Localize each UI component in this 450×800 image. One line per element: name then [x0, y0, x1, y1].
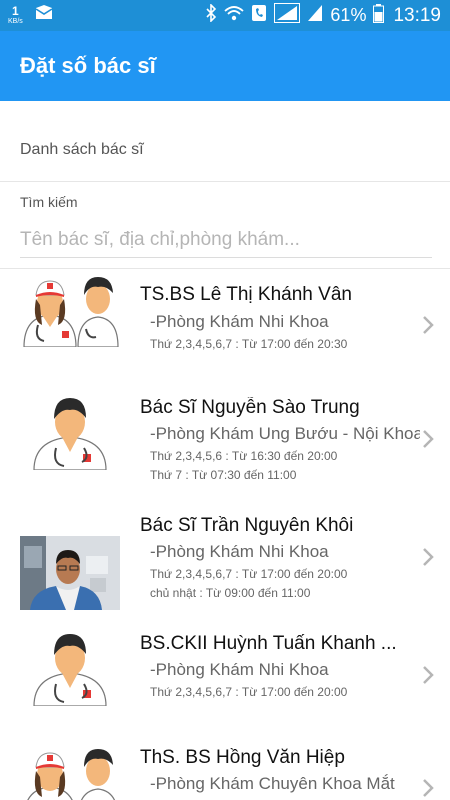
doctor-clinic: -Phòng Khám Ung Bướu - Nội Khoa — [150, 424, 420, 443]
chevron-right-icon[interactable] — [420, 663, 436, 687]
doctor-row[interactable]: Bác Sĩ Nguyễn Sào Trung -Phòng Khám Ung … — [0, 387, 450, 505]
chevron-right-icon[interactable] — [420, 427, 436, 451]
network-speed-unit: KB/s — [8, 17, 23, 25]
doctor-clinic: -Phòng Khám Nhi Khoa — [150, 542, 329, 561]
wifi-call-icon — [224, 4, 245, 27]
doctor-row[interactable]: BS.CKII Huỳnh Tuấn Khanh ... -Phòng Khám… — [0, 623, 450, 741]
doctor-hours: Thứ 2,3,4,5,6,7 : Từ 17:00 đến 20:30 — [150, 337, 348, 351]
bluetooth-icon — [205, 3, 217, 27]
doctor-name: TS.BS Lê Thị Khánh Vân — [140, 284, 352, 305]
doctor-icon — [20, 392, 120, 470]
app-bar: Đặt số bác sĩ — [0, 31, 450, 101]
doctor-hours: Thứ 2,3,4,5,6,7 : Từ 17:00 đến 20:00 — [150, 685, 348, 699]
chevron-right-icon[interactable] — [420, 545, 436, 569]
mail-icon — [35, 4, 53, 25]
doctor-name: Bác Sĩ Trần Nguyên Khôi — [140, 515, 354, 536]
doctor-photo — [20, 536, 120, 610]
doctor-clinic: -Phòng Khám Chuyên Khoa Mắt — [150, 774, 395, 793]
clock: 13:19 — [393, 4, 441, 26]
network-speed-value: 1 — [12, 3, 19, 18]
chevron-right-icon[interactable] — [420, 776, 436, 800]
signal-icon — [274, 3, 301, 28]
doctor-name: BS.CKII Huỳnh Tuấn Khanh ... — [140, 633, 397, 654]
battery-icon — [373, 3, 385, 28]
section-title: Danh sách bác sĩ — [20, 141, 144, 158]
search-input[interactable] — [20, 222, 432, 258]
chevron-right-icon[interactable] — [420, 313, 436, 337]
doctor-hours: Thứ 7 : Từ 07:30 đến 11:00 — [150, 468, 297, 482]
doctor-clinic: -Phòng Khám Nhi Khoa — [150, 660, 329, 679]
doctor-row[interactable]: TS.BS Lê Thị Khánh Vân -Phòng Khám Nhi K… — [0, 269, 450, 387]
battery-percent: 61% — [330, 5, 367, 25]
doctor-row[interactable]: Bác Sĩ Trần Nguyên Khôi -Phòng Khám Nhi … — [0, 505, 450, 623]
status-bar: 1 KB/s 61% 13:19 — [0, 0, 450, 31]
divider — [0, 181, 450, 182]
signal-icon-2 — [307, 4, 323, 27]
page-title: Đặt số bác sĩ — [20, 53, 156, 78]
doctor-icon — [20, 628, 120, 706]
doctor-hours: Thứ 2,3,4,5,6 : Từ 16:30 đến 20:00 — [150, 449, 338, 463]
doctor-clinic: -Phòng Khám Nhi Khoa — [150, 312, 329, 331]
doctors-group-icon — [20, 741, 120, 800]
doctor-row[interactable]: ThS. BS Hồng Văn Hiệp -Phòng Khám Chuyên… — [0, 741, 450, 800]
search-label: Tìm kiếm — [20, 194, 78, 210]
doctor-name: ThS. BS Hồng Văn Hiệp — [140, 747, 345, 768]
doctor-hours: chủ nhật : Từ 09:00 đến 11:00 — [150, 586, 311, 600]
doctor-hours: Thứ 2,3,4,5,6,7 : Từ 17:00 đến 20:00 — [150, 567, 348, 581]
doctors-group-icon — [20, 269, 120, 347]
phone-icon — [251, 4, 267, 27]
network-speed: 1 KB/s — [8, 5, 23, 25]
doctor-name: Bác Sĩ Nguyễn Sào Trung — [140, 397, 360, 418]
